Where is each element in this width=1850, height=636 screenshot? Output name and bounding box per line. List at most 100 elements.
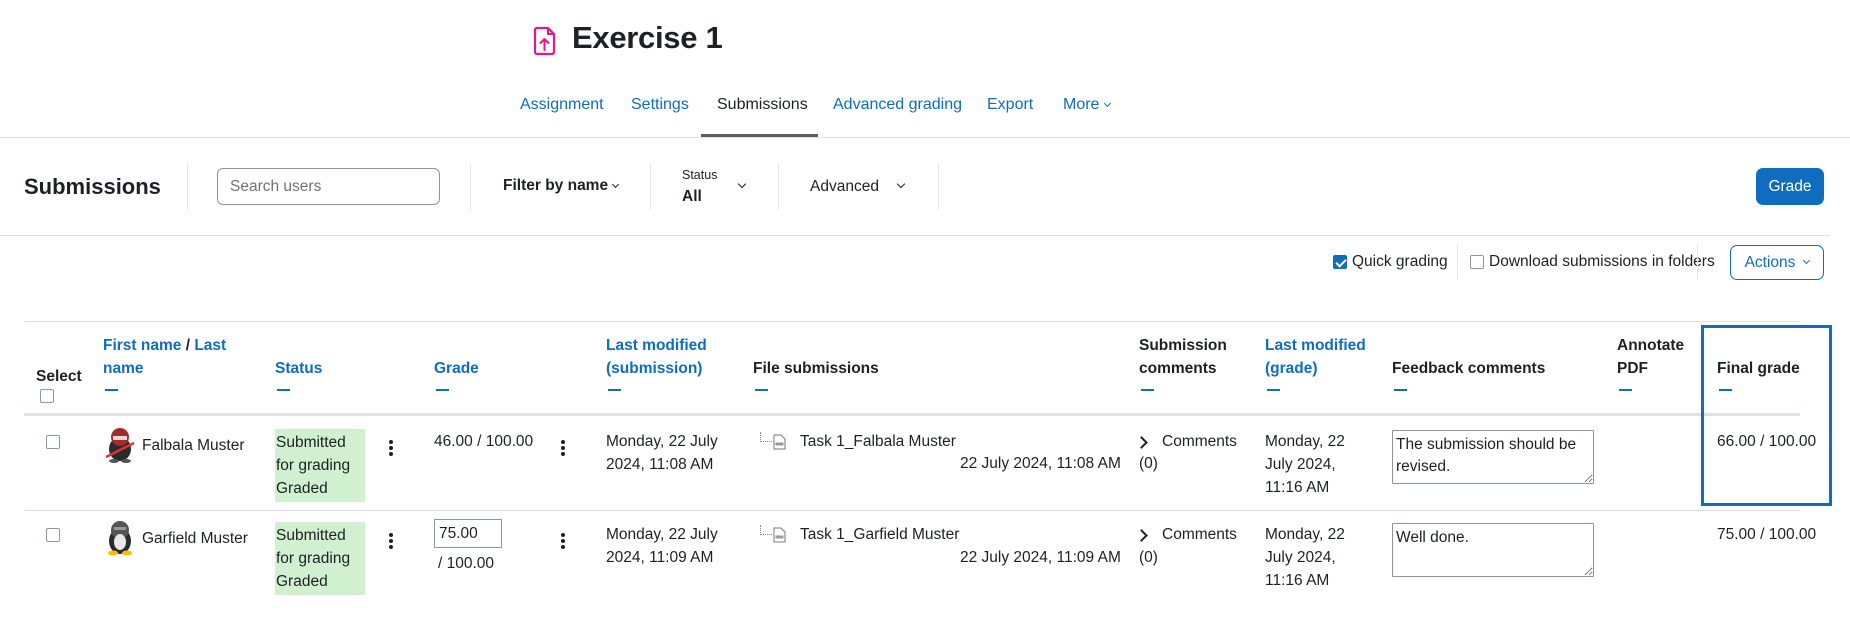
status-menu-kebab-icon[interactable] [389,533,393,549]
chevron-down-icon [612,180,620,188]
status-text: Graded [276,480,328,497]
divider [1697,243,1698,280]
tab-export[interactable]: Export [987,96,1033,114]
header-text: Annotate [1617,337,1685,354]
file-submission-link[interactable]: Task 1_Garfield Muster [800,523,959,546]
collapse-column-icon[interactable] [436,389,449,391]
quick-grading-label[interactable]: Quick grading [1352,253,1448,271]
grade-max: / 100.00 [438,555,495,572]
file-submission-date: 22 July 2024, 11:08 AM [960,455,1121,472]
status-filter-label: Status [682,168,718,182]
sort-first-name-link[interactable]: First name [103,337,181,354]
comments-link[interactable]: Comments [1162,430,1237,453]
header-text: Feedback comments [1392,360,1546,377]
status-badge: Submitted for grading Graded [275,522,365,595]
status-filter-value: All [682,188,702,205]
comments-link[interactable]: Comments [1162,523,1237,546]
feedback-comments-textarea[interactable]: Well done. [1392,523,1594,577]
expand-comments-chevron-icon[interactable] [1135,529,1148,542]
header-text: (grade) [1265,360,1318,377]
user-avatar-icon [108,521,132,556]
toolbar-divider [0,235,1830,236]
select-all-checkbox[interactable] [40,389,54,403]
actions-button[interactable]: Actions [1730,245,1824,280]
column-header-last-modified-submission[interactable]: Last modified (submission) [606,334,707,391]
column-header-feedback-comments: Feedback comments [1392,357,1545,391]
tab-assignment[interactable]: Assignment [520,96,604,114]
collapse-column-icon[interactable] [105,389,118,391]
file-submission-date: 22 July 2024, 11:09 AM [960,549,1121,566]
chevron-down-icon [1803,256,1811,265]
header-text: Last modified [1265,337,1366,354]
final-grade-value: 75.00 / 100.00 [1717,526,1817,543]
download-in-folders-checkbox[interactable] [1470,255,1484,269]
user-avatar-icon [105,428,135,463]
collapse-column-icon[interactable] [1141,389,1154,391]
header-text: PDF [1617,360,1648,377]
row-select-checkbox[interactable] [46,528,60,542]
user-name-link[interactable]: Falbala Muster [142,434,245,457]
collapse-column-icon[interactable] [608,389,621,391]
status-text: Submitted [276,434,346,451]
submissions-heading: Submissions [24,174,161,199]
download-in-folders-label[interactable]: Download submissions in folders [1489,253,1715,271]
status-text: Submitted [276,527,346,544]
table-header-border [24,413,1800,416]
collapse-column-icon[interactable] [1394,389,1407,391]
last-modified-grade: Monday, 22 July 2024, 11:16 AM [1265,430,1345,499]
filter-by-name-dropdown[interactable]: Filter by name [503,177,620,195]
row-select-checkbox[interactable] [46,435,60,449]
column-header-name: First name / Last name [103,334,226,391]
filter-by-name-label: Filter by name [503,177,609,194]
date-text: Monday, 22 [1265,526,1345,543]
nav-divider [0,137,1850,138]
tab-settings[interactable]: Settings [631,96,689,114]
grade-menu-kebab-icon[interactable] [561,533,565,549]
column-header-annotate-pdf: Annotate PDF [1617,334,1684,391]
pdf-file-icon [773,434,786,450]
assignment-upload-icon [533,26,556,56]
expand-comments-chevron-icon[interactable] [1135,436,1148,449]
comments-count[interactable]: (0) [1139,546,1158,569]
date-text: July 2024, [1265,456,1336,473]
header-text: File submissions [753,360,879,377]
grade-button[interactable]: Grade [1756,168,1824,205]
quick-grading-checkbox[interactable] [1333,255,1347,269]
collapse-column-icon[interactable] [1267,389,1280,391]
feedback-comments-textarea[interactable]: The submission should be revised. [1392,430,1594,484]
date-text: July 2024, [1265,549,1336,566]
date-text: 2024, 11:08 AM [606,456,714,473]
last-modified-submission: Monday, 22 July 2024, 11:09 AM [606,523,718,569]
column-header-submission-comments: Submission comments [1139,334,1227,391]
comments-count[interactable]: (0) [1139,452,1158,475]
column-header-grade[interactable]: Grade [434,357,479,391]
status-text: Graded [276,573,328,590]
grade-input[interactable] [434,519,502,548]
chevron-down-icon [737,179,747,189]
tab-more[interactable]: More [1063,96,1112,114]
advanced-filter-label: Advanced [810,178,879,195]
sort-last-name-link[interactable]: Last [194,337,226,354]
pdf-file-icon [773,527,786,543]
collapse-column-icon[interactable] [1619,389,1632,391]
column-header-last-modified-grade[interactable]: Last modified (grade) [1265,334,1366,391]
user-name-link[interactable]: Garfield Muster [142,527,248,550]
date-text: Monday, 22 [1265,433,1345,450]
divider [187,163,188,210]
column-header-status[interactable]: Status [275,357,322,391]
collapse-column-icon[interactable] [277,389,290,391]
status-badge: Submitted for grading Graded [275,429,365,502]
header-text: Last modified [606,337,707,354]
status-text: for grading [276,457,351,474]
grade-menu-kebab-icon[interactable] [561,440,565,456]
date-text: 11:16 AM [1265,479,1330,496]
table-top-border [24,321,1800,322]
status-menu-kebab-icon[interactable] [389,440,393,456]
tab-advanced-grading[interactable]: Advanced grading [833,96,962,114]
chevron-down-icon [1104,99,1112,107]
collapse-column-icon[interactable] [755,389,768,391]
file-submission-link[interactable]: Task 1_Falbala Muster [800,430,956,453]
sort-last-name-link-cont[interactable]: name [103,360,144,377]
tab-submissions[interactable]: Submissions [717,96,808,114]
search-users-input[interactable] [217,168,440,205]
